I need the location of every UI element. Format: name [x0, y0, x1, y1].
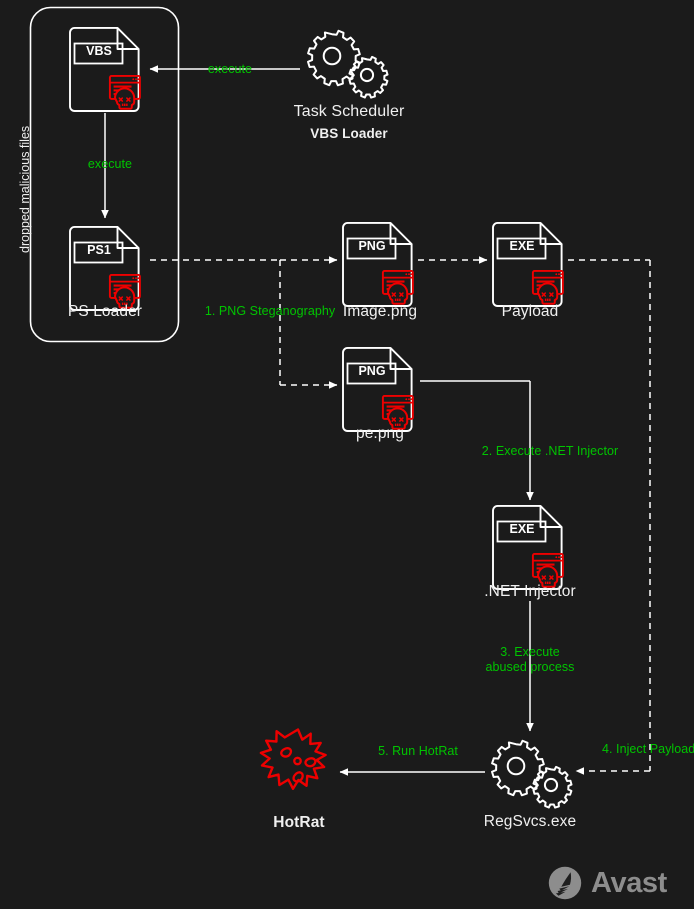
node-image-png-icon: [342, 221, 414, 307]
avast-brand: Avast: [548, 866, 667, 900]
node-vbs-loader-icon: [69, 27, 141, 112]
file-ext-png-image: PNG: [358, 239, 386, 253]
node-subtitle-task-scheduler: VBS Loader: [310, 126, 388, 141]
file-ext-vbs: VBS: [86, 44, 112, 58]
dropped-files-group-label: dropped malicious files: [18, 125, 32, 253]
node-pe-png-icon: [342, 347, 414, 432]
node-title-regsvcs: RegSvcs.exe: [483, 813, 577, 830]
node-payload-icon: [492, 221, 564, 307]
edge-label-inject-payload: 4. Inject Payload: [602, 742, 694, 756]
edge-label-execute-abused-process-line1: 3. Execute: [500, 645, 560, 659]
file-ext-png-pe: PNG: [358, 364, 386, 378]
node-title-pe-png: pe.png: [355, 425, 404, 442]
edge-label-png-steganography: 1. PNG Steganography: [204, 304, 336, 318]
edge-label-vbs-to-ps: execute: [87, 157, 133, 171]
file-ext-exe-payload: EXE: [509, 239, 535, 253]
node-title-task-scheduler: Task Scheduler: [293, 103, 405, 120]
node-title-hotrat: HotRat: [273, 814, 325, 831]
edge-payload-to-regsvcs: [568, 259, 651, 775]
avast-logo-icon: [548, 866, 582, 900]
node-hotrat-icon: [259, 728, 327, 790]
node-regsvcs-icon: [491, 739, 573, 809]
edge-label-run-hotrat: 5. Run HotRat: [378, 744, 458, 758]
node-ps-loader-icon: [69, 225, 141, 311]
edge-label-scheduler-to-vbs: execute: [207, 62, 253, 76]
node-task-scheduler-icon: [307, 29, 389, 99]
node-net-injector-icon: [492, 505, 564, 590]
diagram-canvas: dropped malicious files VBS PS1 PNG EXE …: [0, 0, 694, 909]
node-title-payload: Payload: [501, 303, 559, 320]
avast-wordmark: Avast: [591, 866, 667, 899]
node-title-ps-loader: PS Loader: [67, 303, 143, 320]
file-ext-exe-injector: EXE: [509, 522, 535, 536]
file-ext-ps1: PS1: [87, 243, 111, 257]
node-title-net-injector: .NET Injector: [484, 583, 576, 600]
edge-label-execute-net-injector: 2. Execute .NET Injector: [481, 444, 619, 458]
edge-label-execute-abused-process-line2: abused process: [485, 660, 575, 674]
